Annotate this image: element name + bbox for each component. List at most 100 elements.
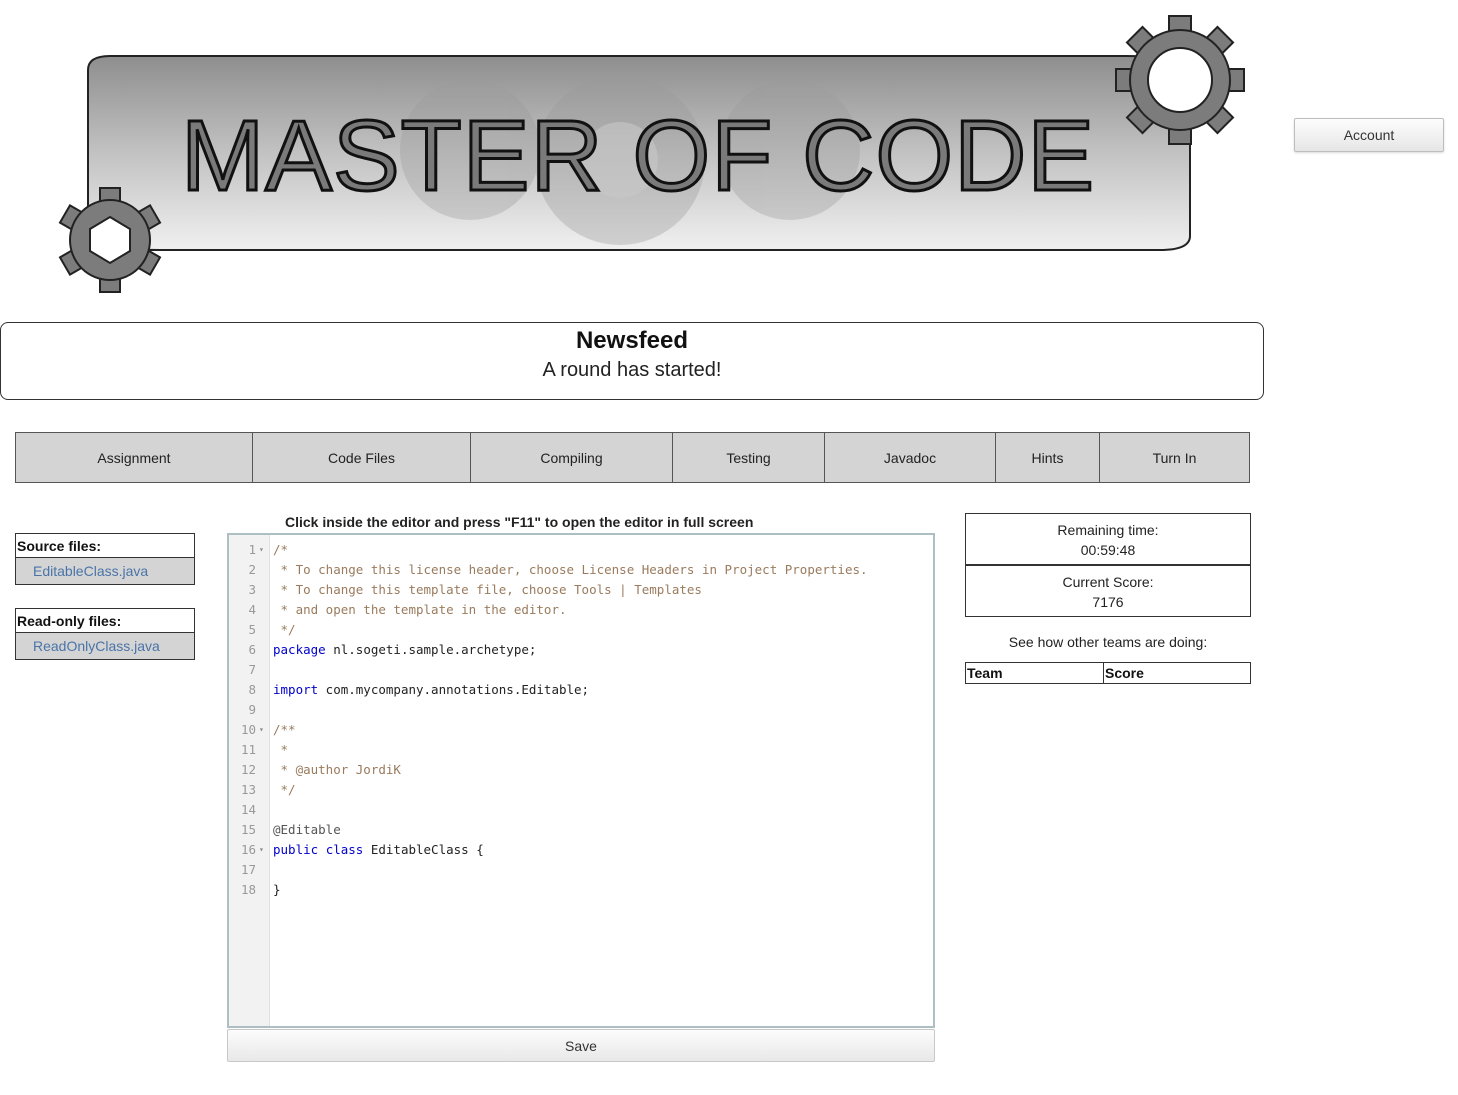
tab-javadoc[interactable]: Javadoc	[825, 433, 996, 482]
newsfeed-panel: Newsfeed A round has started!	[0, 322, 1264, 400]
fold-arrow-icon[interactable]: ▾	[259, 540, 264, 560]
tab-turn-in[interactable]: Turn In	[1100, 433, 1249, 482]
master-of-code-logo: MASTER OF CODE	[58, 15, 1245, 293]
readonly-files-panel: Read-only files: ReadOnlyClass.java	[15, 608, 195, 660]
logo-text: MASTER OF CODE	[181, 100, 1095, 212]
code-text: public class EditableClass {	[273, 840, 484, 860]
code-text: *	[273, 740, 289, 760]
code-line: 14	[229, 800, 929, 820]
code-token: package	[273, 642, 326, 657]
readonly-files-title: Read-only files:	[17, 613, 122, 629]
line-number: 17	[240, 862, 256, 877]
code-line: 15 @Editable	[229, 820, 929, 840]
code-text: package nl.sogeti.sample.archetype;	[273, 640, 536, 660]
newsfeed-message: A round has started!	[542, 359, 722, 381]
code-editor[interactable]: 1 ▾/* 2 * To change this license header, c…	[227, 533, 935, 1028]
code-token: * To change this license header, choose …	[273, 562, 868, 577]
code-line: 5 */	[229, 620, 929, 640]
line-number: 7	[248, 662, 256, 677]
code-token: /*	[273, 542, 289, 557]
code-token: com.mycompany.annotations.Editable;	[318, 682, 590, 697]
editor-hint: Click inside the editor and press "F11" …	[285, 514, 754, 530]
code-line: 13 */	[229, 780, 929, 800]
line-number: 8	[248, 682, 256, 697]
code-text: }	[273, 880, 281, 900]
gear-icon-top	[1115, 15, 1245, 145]
code-text: */	[273, 620, 296, 640]
line-number: 9	[248, 702, 256, 717]
code-token: * and open the template in the editor.	[273, 602, 567, 617]
tab-assignment[interactable]: Assignment	[16, 433, 253, 482]
line-number: 11	[240, 742, 256, 757]
tab-hints[interactable]: Hints	[996, 433, 1100, 482]
code-line: 4 * and open the template in the editor.	[229, 600, 929, 620]
teams-col-score: Score	[1105, 665, 1144, 681]
code-token: public	[273, 842, 319, 857]
file-link-readonly-class[interactable]: ReadOnlyClass.java	[16, 632, 194, 659]
code-line: 12 * @author JordiK	[229, 760, 929, 780]
fold-arrow-icon[interactable]: ▾	[259, 840, 264, 860]
tab-compiling[interactable]: Compiling	[471, 433, 673, 482]
line-number: 14	[240, 802, 256, 817]
code-token: */	[273, 622, 296, 637]
line-number: 2	[248, 562, 256, 577]
file-link-editable-class[interactable]: EditableClass.java	[16, 557, 194, 584]
line-number: 13	[240, 782, 256, 797]
source-files-panel: Source files: EditableClass.java	[15, 533, 195, 585]
code-token: @Editable	[273, 822, 341, 837]
remaining-time-value: 00:59:48	[1080, 542, 1136, 558]
source-files-title: Source files:	[17, 538, 102, 554]
code-text: @Editable	[273, 820, 341, 840]
code-text: /**	[273, 720, 296, 740]
code-token: nl.sogeti.sample.archetype;	[325, 642, 537, 657]
tab-testing[interactable]: Testing	[673, 433, 825, 482]
code-line: 16 ▾ public class EditableClass {	[229, 840, 929, 860]
teams-label: See how other teams are doing:	[1008, 634, 1208, 650]
current-score-label: Current Score:	[1062, 574, 1154, 590]
line-number: 15	[240, 822, 256, 837]
code-text: * To change this template file, choose T…	[273, 580, 702, 600]
code-line: 18}	[229, 880, 929, 900]
code-line: 8 import com.mycompany.annotations.Editab…	[229, 680, 929, 700]
account-button[interactable]: Account	[1294, 118, 1444, 152]
line-number: 3	[248, 582, 256, 597]
line-number: 1	[248, 542, 256, 557]
code-text: import com.mycompany.annotations.Editabl…	[273, 680, 589, 700]
teams-col-team: Team	[966, 663, 1104, 683]
current-score-value: 7176	[1092, 594, 1124, 610]
remaining-time-box: Remaining time: 00:59:48	[965, 513, 1251, 565]
tab-code-files[interactable]: Code Files	[253, 433, 471, 482]
code-line: 2 * To change this license header, choos…	[229, 560, 929, 580]
code-token: /**	[273, 722, 296, 737]
fold-arrow-icon[interactable]: ▾	[259, 720, 264, 740]
code-text: /*	[273, 540, 288, 560]
code-token: }	[273, 882, 281, 897]
newsfeed-title: Newsfeed	[575, 327, 689, 354]
code-line: 3 * To change this template file, choose…	[229, 580, 929, 600]
code-line: 1 ▾ /*	[229, 540, 929, 560]
code-line: 10 ▾ /**	[229, 720, 929, 740]
line-number: 16	[240, 842, 256, 857]
save-button[interactable]: Save	[227, 1029, 935, 1062]
line-number: 18	[240, 882, 256, 897]
code-line: 17	[229, 860, 929, 880]
code-token: import	[273, 682, 319, 697]
code-token: *	[273, 742, 289, 757]
code-line: 6 package nl.sogeti.sample.archetype;	[229, 640, 929, 660]
code-text: * To change this license header, choose …	[273, 560, 868, 580]
code-line: 9	[229, 700, 929, 720]
code-line: 7	[229, 660, 929, 680]
main-tabs: Assignment Code Files Compiling Testing …	[15, 432, 1250, 483]
code-token: class	[325, 842, 364, 857]
code-line: 11 *	[229, 740, 929, 760]
current-score-box: Current Score: 7176	[965, 565, 1251, 617]
line-number: 6	[248, 642, 256, 657]
code-token: EditableClass {	[363, 842, 484, 857]
code-token: */	[273, 782, 296, 797]
remaining-time-label: Remaining time:	[1057, 522, 1159, 538]
code-token: * To change this template file, choose T…	[273, 582, 702, 597]
code-text: * and open the template in the editor.	[273, 600, 567, 620]
code-token: * @author JordiK	[273, 762, 401, 777]
teams-table: Team Score	[965, 662, 1251, 684]
